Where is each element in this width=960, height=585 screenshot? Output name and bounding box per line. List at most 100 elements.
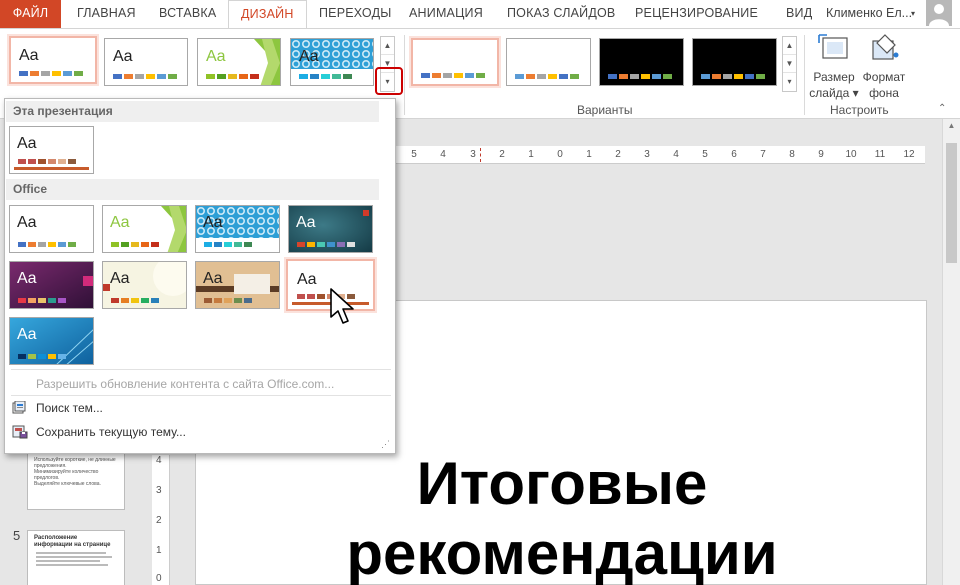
tab-design[interactable]: ДИЗАЙН [228,0,307,29]
theme-color-swatches [18,159,78,164]
tab-transitions[interactable]: ПЕРЕХОДЫ [319,0,392,26]
ribbon-theme-office[interactable]: Aa [104,38,188,86]
ruler-label: 6 [731,149,737,160]
theme-office[interactable]: Aa [9,205,94,253]
ruler-label: 10 [845,149,857,160]
slide-size-label-line1: Размер [813,70,855,84]
theme-color-swatches [18,242,78,247]
ruler-label: 2 [156,515,162,526]
theme-ion-boardroom[interactable]: Aa [288,205,373,253]
variant-swatches [421,73,487,78]
slide-thumbnail-4[interactable]: Используйте короткие, не длинные предлож… [27,452,125,510]
variants-gallery-scroll: ▲ ▼ ▾ [782,36,797,92]
collapse-ribbon-icon[interactable]: ⌃ [938,103,946,114]
section-office: Office [6,179,379,200]
ruler-label: 1 [586,149,592,160]
slide-title-line1: Итоговые [416,450,708,517]
ribbon-theme-facet[interactable]: Aa [197,38,281,86]
ruler-label: 5 [702,149,708,160]
group-separator [404,35,405,115]
ribbon-theme-integral[interactable]: Aa [290,38,374,86]
resize-grip-icon[interactable]: ⋰ [381,439,390,450]
variant-1[interactable] [411,38,499,86]
group-label-variants: Варианты [577,103,633,117]
update-content-command: Разрешить обновление контента с сайта Of… [36,377,335,391]
slide-size-button[interactable]: Размер слайда ▾ [807,33,861,101]
tab-slideshow[interactable]: ПОКАЗ СЛАЙДОВ [507,0,615,26]
format-background-label-line2: фона [869,86,899,100]
slide4-bullet: Используйте короткие, не длинные предлож… [34,457,116,469]
theme-sample-text: Aa [17,135,37,152]
theme-color-swatches [113,74,179,79]
theme-wood-type[interactable]: Aa [195,261,280,309]
slide-number-5: 5 [13,528,21,543]
tab-view[interactable]: ВИД [786,0,812,26]
variant-2[interactable] [506,38,591,86]
theme-sample-text: Aa [113,48,133,65]
theme-color-swatches [206,74,261,79]
scrollbar-thumb[interactable] [946,143,957,263]
avatar-icon [929,4,949,26]
theme-this-presentation[interactable]: Aa [9,126,94,174]
theme-accent-bar [14,167,89,170]
menu-separator [11,395,391,396]
slide-title[interactable]: Итоговые рекомендации [196,449,928,585]
ribbon-tabs: ФАЙЛ ГЛАВНАЯ ВСТАВКА ДИЗАЙН ПЕРЕХОДЫ АНИ… [0,0,960,29]
slide5-text-line [36,556,112,558]
theme-color-swatches [111,298,161,303]
slide-thumbnail-5[interactable]: Расположение информации на странице [27,530,125,585]
gallery-up-arrow[interactable]: ▲ [381,37,394,55]
tab-review[interactable]: РЕЦЕНЗИРОВАНИЕ [635,0,758,26]
ruler-label: 7 [760,149,766,160]
save-theme-icon [12,425,28,439]
theme-color-swatches [297,242,357,247]
theme-facet[interactable]: Aa [102,205,187,253]
slide5-title-line2: информации на странице [34,542,111,548]
ruler-cursor-marker [480,148,481,162]
scroll-up-arrow[interactable]: ▲ [943,121,960,130]
variant-4[interactable] [692,38,777,86]
ruler-label: 4 [156,455,162,466]
variants-up-arrow[interactable]: ▲ [783,37,796,55]
browse-themes-icon [12,400,28,415]
variant-3[interactable] [599,38,684,86]
slide-title-line2: рекомендации [346,520,778,585]
ruler-label: 12 [903,149,915,160]
theme-organic[interactable]: Aa [102,261,187,309]
slide4-bullet: Минимизируйте количество предлогов. [34,469,99,481]
format-background-button[interactable]: Формат фона [857,33,911,101]
slide-size-label-line2: слайда ▾ [809,86,859,100]
ruler-label: 8 [789,149,795,160]
slide4-bullet: Выделяйте ключевые слова. [34,481,101,487]
user-name[interactable]: Клименко Ел... [826,0,912,26]
section-this-presentation: Эта презентация [6,101,379,122]
editor-vertical-scrollbar[interactable]: ▲ [942,119,960,585]
ruler-label: 4 [673,149,679,160]
tab-home[interactable]: ГЛАВНАЯ [77,0,136,26]
tab-insert[interactable]: ВСТАВКА [159,0,216,26]
theme-color-swatches [18,298,68,303]
ruler-label: 1 [156,545,162,556]
theme-slice[interactable]: Aa [9,317,94,365]
save-theme-command[interactable]: Сохранить текущую тему... [36,425,186,439]
theme-integral[interactable]: Aa [195,205,280,253]
variants-down-arrow[interactable]: ▼ [783,55,796,73]
mouse-cursor-icon [330,288,354,324]
themes-dropdown: Эта презентация Aa Office Aa Aa Aa Aa Aa… [4,98,396,454]
theme-color-swatches [19,71,85,76]
variant-swatches [608,74,674,79]
theme-ion[interactable]: Aa [9,261,94,309]
slide4-bullets: Используйте короткие, не длинные предлож… [28,453,124,487]
browse-themes-command[interactable]: Поиск тем... [36,401,103,415]
tab-file[interactable]: ФАЙЛ [0,0,61,28]
tab-animation[interactable]: АНИМАЦИЯ [409,0,483,26]
variant-swatches [515,74,581,79]
slide5-text-line [36,564,108,566]
user-avatar[interactable] [926,0,952,26]
variants-more-arrow[interactable]: ▾ [783,73,796,91]
ruler-label: 0 [557,149,563,160]
user-menu-caret[interactable]: ▾ [911,9,915,18]
ribbon-theme-current[interactable]: Aa [9,36,97,84]
slide5-text-line [36,560,100,562]
slide-size-icon [817,33,851,63]
